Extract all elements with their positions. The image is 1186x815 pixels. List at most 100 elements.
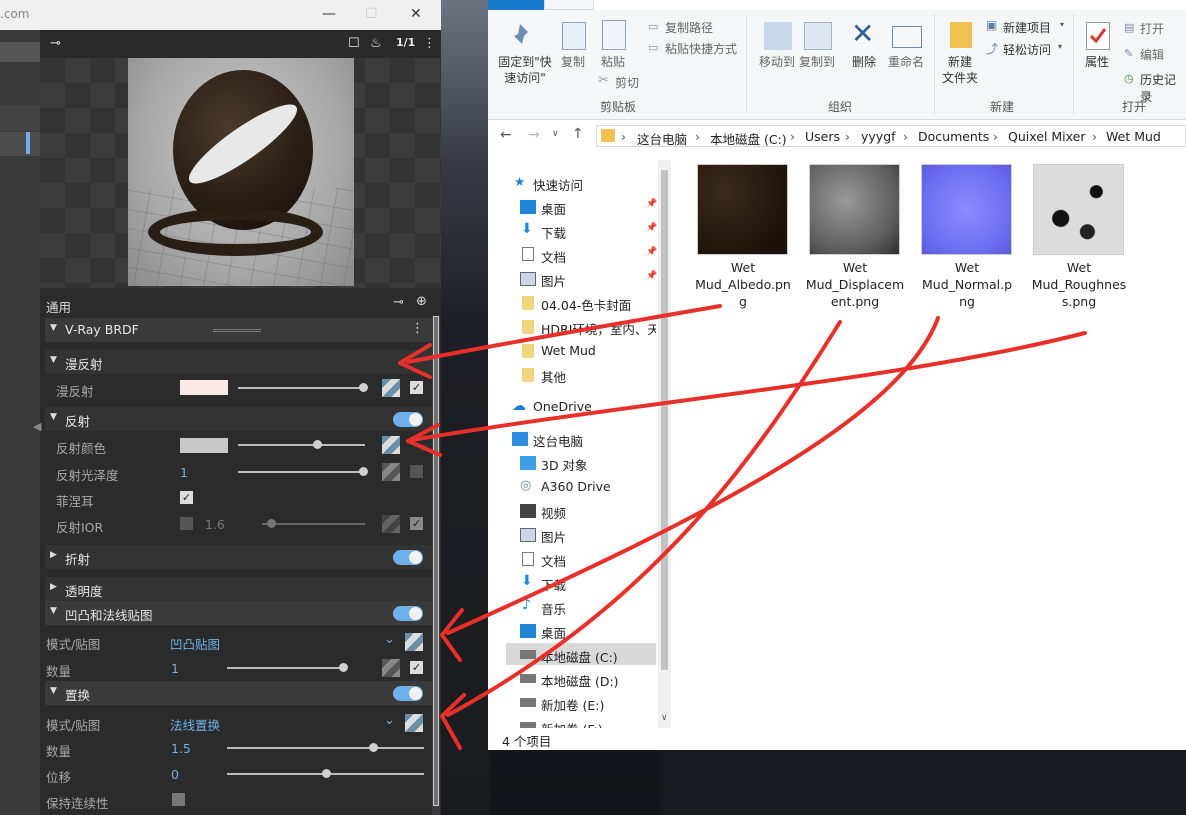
displacement-amount-slider[interactable] <box>227 743 424 752</box>
back-arrow-icon[interactable]: ← <box>500 127 512 143</box>
new-item-button[interactable]: 新建项目 <box>1003 19 1051 36</box>
chevron-down-icon[interactable]: ⌄ <box>384 713 395 728</box>
diffuse-checkbox[interactable]: ✓ <box>410 381 423 394</box>
breadcrumb-item[interactable]: yyygf <box>861 129 896 144</box>
pin-quick-access-button[interactable]: 固定到"快 速访问" <box>490 54 560 86</box>
preview-teapot-icon[interactable]: ♨ <box>370 36 382 51</box>
close-button[interactable]: ✕ <box>410 6 422 22</box>
ior-checkbox[interactable]: ✓ <box>410 517 423 530</box>
preview-ratio[interactable]: 1/1 <box>396 36 415 49</box>
diffuse-texture-icon[interactable] <box>382 379 400 397</box>
displacement-texture-icon[interactable] <box>405 714 423 732</box>
pin-icon[interactable] <box>512 22 534 46</box>
scroll-down-icon[interactable]: ∨ <box>661 713 668 723</box>
nav-quick-access[interactable]: 快速访问 <box>533 175 583 194</box>
copy-button[interactable]: 复制 <box>558 54 588 70</box>
slider-knob[interactable] <box>322 769 331 778</box>
new-folder-button[interactable]: 新建 文件夹 <box>938 54 982 86</box>
reflection-section-header[interactable]: ▼ 反射 <box>45 407 432 431</box>
brdf-menu-icon[interactable]: ⋮ <box>411 321 424 336</box>
new-folder-icon[interactable] <box>950 22 972 48</box>
rename-icon[interactable] <box>892 26 922 48</box>
nav-pictures[interactable]: 图片 <box>541 271 566 290</box>
nav-drive-e[interactable]: 新加卷 (E:) <box>541 695 604 714</box>
diffuse-slider[interactable] <box>238 383 368 392</box>
diffuse-color-swatch[interactable] <box>180 380 228 395</box>
history-button[interactable]: 历史记录 <box>1140 71 1186 105</box>
nav-music[interactable]: 音乐 <box>541 599 566 618</box>
nav-3d-objects[interactable]: 3D 对象 <box>541 455 588 474</box>
gloss-texture-icon[interactable] <box>382 463 400 481</box>
reflection-ior-slider[interactable] <box>262 519 365 528</box>
nav-folder-wet-mud[interactable]: Wet Mud <box>541 343 596 358</box>
delete-icon[interactable]: ✕ <box>851 20 874 48</box>
fresnel-checkbox[interactable]: ✓ <box>180 491 193 504</box>
nav-downloads[interactable]: 下载 <box>541 223 566 242</box>
nav-desktop-pc[interactable]: 桌面 <box>541 623 566 642</box>
scrollbar-thumb[interactable] <box>661 170 668 670</box>
reflection-color-slider[interactable] <box>238 440 365 449</box>
displacement-section-header[interactable]: ▼ 置换 <box>45 681 432 705</box>
displacement-shift-slider[interactable] <box>227 769 424 778</box>
preview-more-icon[interactable]: ⋮ <box>423 36 436 51</box>
nav-pictures-pc[interactable]: 图片 <box>541 527 566 546</box>
displacement-toggle[interactable] <box>393 686 423 701</box>
tab-home[interactable] <box>544 0 594 10</box>
rename-button[interactable]: 重命名 <box>886 54 926 70</box>
breadcrumb-item[interactable]: 本地磁盘 (C:) <box>710 129 787 148</box>
pin-icon[interactable]: ⊸ <box>393 295 404 310</box>
reflection-toggle[interactable] <box>393 412 423 427</box>
brdf-header[interactable]: ▼ V-Ray BRDF ⋮ <box>45 318 432 342</box>
displacement-shift-value[interactable]: 0 <box>171 767 179 782</box>
edit-button[interactable]: 编辑 <box>1140 46 1164 63</box>
displacement-mode-dropdown[interactable]: 法线置换 <box>170 715 220 734</box>
recent-dropdown-icon[interactable]: ∨ <box>552 129 559 139</box>
slider-knob[interactable] <box>313 440 322 449</box>
nav-onedrive[interactable]: OneDrive <box>533 399 592 414</box>
bump-section-header[interactable]: ▼ 凹凸和法线贴图 <box>45 601 432 625</box>
copy-path-button[interactable]: 复制路径 <box>665 19 713 36</box>
dropdown-arrow-icon[interactable]: ▾ <box>1058 42 1062 51</box>
bump-amount-checkbox[interactable]: ✓ <box>410 661 423 674</box>
bump-amount-texture-icon[interactable] <box>382 659 400 677</box>
nav-desktop[interactable]: 桌面 <box>541 199 566 218</box>
breadcrumb-item[interactable]: Wet Mud <box>1106 129 1161 144</box>
nav-folder-other[interactable]: 其他 <box>541 367 566 386</box>
reflection-texture-icon[interactable] <box>382 436 400 454</box>
nav-a360-drive[interactable]: A360 Drive <box>541 479 611 494</box>
breadcrumb-item[interactable]: Quixel Mixer <box>1008 129 1085 144</box>
minimize-button[interactable]: — <box>322 6 336 22</box>
slider-knob[interactable] <box>339 663 348 672</box>
copy-to-button[interactable]: 复制到 <box>792 54 842 70</box>
properties-icon[interactable] <box>1086 22 1110 50</box>
bump-amount-value[interactable]: 1 <box>171 661 179 676</box>
scrollbar-thumb[interactable] <box>433 316 439 806</box>
preview-square-icon[interactable]: ☐ <box>348 36 360 51</box>
breadcrumb-item[interactable]: Documents <box>918 129 989 144</box>
nav-this-pc[interactable]: 这台电脑 <box>533 431 583 450</box>
panel-left-arrow-icon[interactable]: ◀ <box>33 420 41 433</box>
nav-scrollbar[interactable] <box>658 160 671 740</box>
delete-button[interactable]: 删除 <box>846 54 882 70</box>
nav-folder-color-cards[interactable]: 04.04-色卡封面 <box>541 295 631 314</box>
continuity-checkbox[interactable] <box>172 793 185 806</box>
dropdown-arrow-icon[interactable]: ▾ <box>1060 20 1064 29</box>
nav-folder-hdri[interactable]: HDRI环境，室内、天 <box>541 319 656 338</box>
cut-button[interactable]: 剪切 <box>615 74 639 91</box>
drag-handle[interactable] <box>213 329 261 332</box>
nav-videos[interactable]: 视频 <box>541 503 566 522</box>
up-arrow-icon[interactable]: ↑ <box>572 126 584 142</box>
address-bar[interactable]: › 这台电脑 › 本地磁盘 (C:) › Users › yyygf › Doc… <box>596 125 1186 147</box>
reflection-color-swatch[interactable] <box>180 438 228 453</box>
add-layer-icon[interactable]: ⊕ <box>416 294 427 309</box>
reflection-gloss-slider[interactable] <box>238 467 368 476</box>
slider-knob[interactable] <box>359 467 368 476</box>
forward-arrow-icon[interactable]: → <box>528 127 540 143</box>
copy-icon[interactable] <box>562 22 586 50</box>
tab-file[interactable] <box>488 0 544 10</box>
refraction-section-header[interactable]: ▶ 折射 <box>45 545 432 569</box>
slider-knob[interactable] <box>359 383 368 392</box>
preview-settings-icon[interactable]: ⊸ <box>50 36 61 51</box>
gloss-checkbox[interactable] <box>410 465 423 478</box>
maximize-button[interactable]: ☐ <box>365 6 378 22</box>
